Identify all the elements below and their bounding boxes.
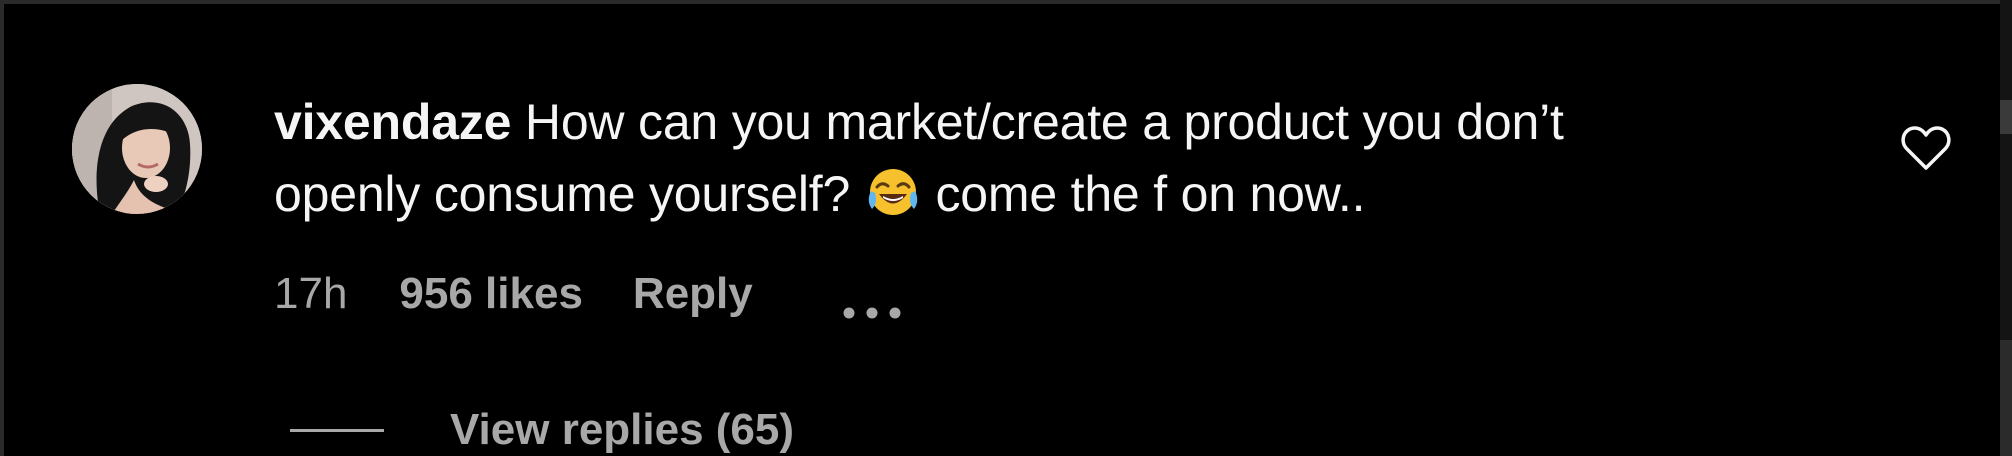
scrollbar-segment [2000,340,2012,456]
avatar[interactable] [72,84,202,214]
comment-username[interactable]: vixendaze [274,94,511,150]
reply-button[interactable]: Reply [633,269,753,319]
view-replies-button[interactable]: View replies (65) [290,404,794,456]
comment-body-line2-end: come the f on now.. [921,166,1366,222]
comment-text: vixendaze How can you market/create a pr… [274,86,1814,230]
face-with-tears-of-joy-icon [866,165,920,219]
comment-meta: 17h 956 likes Reply [274,266,905,322]
heart-outline-icon[interactable] [1900,124,1952,172]
comment-panel [4,4,2000,456]
comment-body-line2: openly consume yourself? [274,166,864,222]
view-replies-label: View replies (65) [450,405,795,454]
comment-timestamp: 17h [274,269,348,318]
replies-divider-line [290,428,384,432]
scrollbar-thumb[interactable] [2000,100,2012,134]
ellipsis-icon[interactable] [839,284,905,319]
likes-count-link[interactable]: 956 likes [399,269,583,319]
comment-body-line1: How can you market/create a product you … [511,94,1564,150]
avatar-image [72,84,202,214]
